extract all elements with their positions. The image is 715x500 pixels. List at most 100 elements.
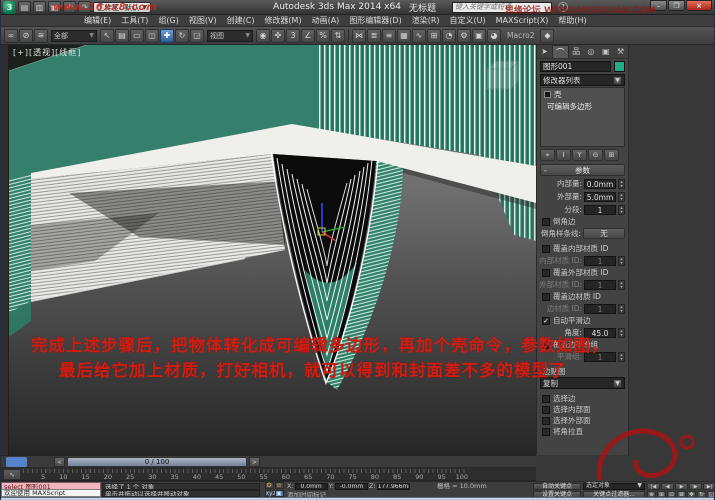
curve-editor-icon[interactable]: ∿: [412, 29, 426, 43]
inner-id-field[interactable]: 1: [584, 256, 616, 266]
tab-motion[interactable]: ◎: [583, 45, 598, 58]
select-outer-checkbox[interactable]: [542, 417, 550, 425]
straighten-corners-checkbox[interactable]: [542, 428, 550, 436]
select-inner-checkbox[interactable]: [542, 406, 550, 414]
bind-to-space-warp-icon[interactable]: ≋: [34, 29, 48, 43]
menu-item[interactable]: 自定义(U): [445, 15, 491, 26]
angle-snap-icon[interactable]: ∠: [301, 29, 315, 43]
tab-utilities[interactable]: ⚒: [613, 45, 628, 58]
schematic-view-icon[interactable]: ⊞: [427, 29, 441, 43]
modifier-stack-item[interactable]: 壳: [541, 88, 624, 100]
previous-frame-arrow[interactable]: <: [54, 457, 65, 467]
previous-frame-icon[interactable]: ◀: [661, 483, 674, 490]
outer-id-spinner[interactable]: [618, 280, 625, 290]
outer-amount-field[interactable]: 5.0mm: [584, 192, 616, 202]
tab-display[interactable]: ▣: [598, 45, 613, 58]
object-color-swatch[interactable]: [614, 61, 625, 72]
outer-amount-spinner[interactable]: [618, 192, 625, 202]
key-filter-dropdown[interactable]: 选定对象 ▼: [583, 483, 645, 490]
remove-modifier-button[interactable]: ⊝: [588, 149, 603, 161]
align-icon[interactable]: ≣: [367, 29, 381, 43]
segments-spinner[interactable]: [618, 205, 625, 215]
teapot-render-icon[interactable]: ◆: [540, 29, 554, 43]
next-frame-icon[interactable]: ▶: [689, 483, 702, 490]
override-inner-id-checkbox[interactable]: [542, 245, 550, 253]
render-production-icon[interactable]: ◕: [487, 29, 501, 43]
show-end-result-button[interactable]: I: [556, 149, 571, 161]
tab-hierarchy[interactable]: 品: [569, 45, 584, 58]
perspective-viewport[interactable]: [+][透视][线框]: [9, 45, 536, 455]
open-file-icon[interactable]: ▥: [33, 1, 46, 13]
menu-item[interactable]: 编辑(E): [79, 15, 116, 26]
maximize-button[interactable]: ❐: [668, 0, 685, 11]
new-file-icon[interactable]: ▤: [18, 1, 31, 13]
configure-modifier-sets-button[interactable]: ⊞: [604, 149, 619, 161]
app-logo-icon[interactable]: 3: [3, 1, 16, 14]
outer-id-field[interactable]: 1: [584, 280, 616, 290]
camera-icon[interactable]: ▣: [275, 490, 284, 497]
auto-key-button[interactable]: 自动关键点: [533, 483, 581, 490]
listener-white-line[interactable]: 欢迎使用 MAXScript: [1, 489, 101, 497]
smooth-group-spinner[interactable]: [618, 352, 625, 362]
inner-id-spinner[interactable]: [618, 256, 625, 266]
menu-item[interactable]: 动画(A): [307, 15, 345, 26]
tab-create[interactable]: ➤: [537, 45, 552, 58]
percent-snap-icon[interactable]: %: [316, 29, 330, 43]
tab-modify[interactable]: ⌒: [552, 45, 569, 58]
time-slider-handle[interactable]: 0 / 100: [67, 457, 247, 467]
bevel-spline-button[interactable]: 无: [583, 228, 625, 239]
edge-id-spinner[interactable]: [618, 304, 625, 314]
track-bar[interactable]: ∿ 51015202530354045505560657075808590951…: [1, 468, 536, 481]
rendered-frame-icon[interactable]: ▣: [472, 29, 486, 43]
menu-item[interactable]: 创建(C): [222, 15, 260, 26]
close-button[interactable]: ×: [686, 0, 712, 11]
view-cube[interactable]: [487, 61, 519, 89]
viewport-3d-scene[interactable]: [9, 45, 536, 455]
next-frame-arrow[interactable]: >: [249, 457, 260, 467]
inner-amount-spinner[interactable]: [618, 179, 625, 189]
menu-item[interactable]: 渲染(R): [407, 15, 445, 26]
angle-spinner[interactable]: [618, 328, 625, 338]
auto-smooth-checkbox[interactable]: ✓: [542, 317, 550, 325]
selection-filter-dropdown[interactable]: 全部 ▼: [51, 30, 97, 42]
parameters-rollout-header[interactable]: - 参数: [540, 164, 625, 176]
window-crossing-icon[interactable]: ◫: [145, 29, 159, 43]
snap-toggle-3d-icon[interactable]: 3: [286, 29, 300, 43]
pin-stack-button[interactable]: ⌖: [540, 149, 555, 161]
menu-item[interactable]: 组(G): [153, 15, 183, 26]
select-by-name-icon[interactable]: ▤: [115, 29, 129, 43]
select-and-move-icon[interactable]: ✚: [160, 29, 174, 43]
smooth-group-field[interactable]: 1: [584, 352, 616, 362]
select-and-rotate-icon[interactable]: ↻: [175, 29, 189, 43]
play-icon[interactable]: ▶: [675, 483, 688, 490]
unlink-selection-icon[interactable]: ⊘: [19, 29, 33, 43]
reference-coordinate-dropdown[interactable]: 视图 ▼: [207, 30, 253, 42]
menu-item[interactable]: 工具(T): [116, 15, 153, 26]
edge-id-field[interactable]: 1: [584, 304, 616, 314]
menu-item[interactable]: 视图(V): [184, 15, 222, 26]
override-edge-id-checkbox[interactable]: [542, 293, 550, 301]
go-to-start-icon[interactable]: |◀: [647, 483, 660, 490]
modifier-stack-item[interactable]: 可编辑多边形: [541, 100, 624, 112]
object-name-field[interactable]: 图形001: [540, 61, 611, 72]
menu-item[interactable]: 图形编辑器(D): [344, 15, 406, 26]
select-object-icon[interactable]: ↖: [100, 29, 114, 43]
override-outer-id-checkbox[interactable]: [542, 269, 550, 277]
menu-item[interactable]: MAXScript(X): [491, 16, 554, 25]
y-coordinate-field[interactable]: -0.0mm: [335, 483, 368, 490]
select-and-link-icon[interactable]: ∞: [4, 29, 18, 43]
select-and-scale-icon[interactable]: ◲: [190, 29, 204, 43]
isolate-selection-icon[interactable]: ✪: [265, 482, 274, 489]
menu-item[interactable]: 修改器(M): [259, 15, 306, 26]
material-editor-icon[interactable]: ◔: [442, 29, 456, 43]
edge-mapping-dropdown[interactable]: 复制 ▼: [540, 377, 625, 389]
menu-item[interactable]: 帮助(H): [553, 15, 591, 26]
render-setup-icon[interactable]: ⚙: [457, 29, 471, 43]
listener-pink-line[interactable]: select 图形001: [1, 482, 101, 489]
go-to-end-icon[interactable]: ▶|: [703, 483, 715, 490]
spinner-snap-icon[interactable]: ⇅: [331, 29, 345, 43]
maxscript-mini-listener[interactable]: select 图形001 欢迎使用 MAXScript: [1, 482, 101, 497]
layer-manager-icon[interactable]: ≡: [382, 29, 396, 43]
z-coordinate-field[interactable]: 177.966mm: [377, 483, 410, 490]
angle-field[interactable]: 45.0: [584, 328, 616, 338]
